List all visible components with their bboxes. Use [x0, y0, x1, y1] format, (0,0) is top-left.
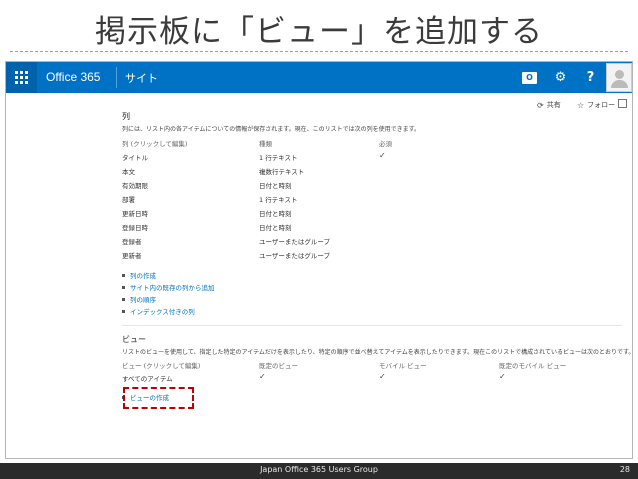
suite-bar: Office 365 サイト O ⚙ ?	[6, 62, 632, 93]
table-row: 本文 複数行テキスト	[122, 164, 622, 177]
column-type: 日付と時刻	[259, 210, 292, 218]
slide-title: 掲示板に「ビュー」を追加する	[95, 14, 543, 50]
table-row: 更新日時 日付と時刻	[122, 206, 622, 219]
column-name-link[interactable]: タイトル	[122, 152, 148, 162]
column-header-name: 列 (クリックして編集)	[122, 140, 188, 148]
avatar-icon[interactable]	[606, 63, 632, 92]
share-icon: ⟳	[537, 100, 544, 110]
waffle-icon[interactable]	[6, 62, 37, 93]
column-type: 1 行テキスト	[259, 196, 298, 204]
check-icon: ✓	[379, 372, 386, 381]
views-description: リストのビューを使用して、指定した特定のアイテムだけを表示したり、特定の順序で並…	[122, 349, 633, 356]
view-name-link[interactable]: すべてのアイテム	[122, 373, 173, 383]
page-number: 28	[619, 465, 630, 474]
focus-icon[interactable]	[618, 99, 627, 108]
column-type: 複数行テキスト	[259, 168, 305, 176]
column-header-required: 必須	[379, 140, 392, 148]
check-icon: ✓	[499, 372, 506, 381]
check-icon: ✓	[379, 151, 386, 160]
table-row: 更新者 ユーザーまたはグループ	[122, 248, 622, 261]
column-name-link[interactable]: 更新者	[122, 250, 142, 260]
check-icon: ✓	[259, 372, 266, 381]
column-type: ユーザーまたはグループ	[259, 252, 330, 260]
site-link[interactable]: サイト	[125, 70, 158, 86]
office365-brand[interactable]: Office 365	[46, 70, 100, 84]
table-row: 部署 1 行テキスト	[122, 192, 622, 205]
share-button[interactable]: ⟳ 共有	[537, 98, 561, 112]
section-divider	[122, 325, 622, 326]
indexed-columns-link[interactable]: インデックス付きの列	[122, 305, 215, 317]
column-header-type: 種類	[259, 140, 272, 148]
column-type: 1 行テキスト	[259, 154, 298, 162]
table-row: 登録者 ユーザーまたはグループ	[122, 234, 622, 247]
column-order-link[interactable]: 列の順序	[122, 293, 215, 305]
column-name-link[interactable]: 登録日時	[122, 222, 148, 232]
columns-header-row: 列 (クリックして編集) 種類 必須	[122, 136, 622, 149]
table-row: 登録日時 日付と時刻	[122, 220, 622, 233]
column-name-link[interactable]: 有効期限	[122, 180, 148, 190]
suite-bar-divider	[116, 67, 117, 88]
column-name-link[interactable]: 本文	[122, 166, 135, 176]
slide-footer: Japan Office 365 Users Group 28	[0, 463, 638, 479]
footer-text: Japan Office 365 Users Group	[260, 465, 378, 474]
title-divider	[10, 51, 628, 52]
add-existing-column-link[interactable]: サイト内の既存の列から追加	[122, 281, 215, 293]
view-header-name: ビュー (クリックして編集)	[122, 362, 201, 370]
follow-star-icon: ☆	[577, 100, 585, 110]
gear-icon[interactable]: ⚙	[545, 62, 576, 93]
create-column-link[interactable]: 列の作成	[122, 269, 215, 281]
views-section-title: ビュー	[122, 335, 146, 344]
table-row: 有効期限 日付と時刻	[122, 178, 622, 191]
column-type: 日付と時刻	[259, 182, 292, 190]
columns-section-title: 列	[122, 112, 130, 121]
help-icon[interactable]: ?	[575, 62, 606, 93]
columns-description: 列には、リスト内の各アイテムについての情報が保存されます。現在、このリストでは次…	[122, 126, 421, 133]
create-view-highlight-box	[123, 387, 194, 409]
column-name-link[interactable]: 登録者	[122, 236, 142, 246]
view-header-default-mobile: 既定のモバイル ビュー	[499, 362, 567, 370]
outlook-icon[interactable]: O	[514, 62, 545, 93]
view-header-mobile: モバイル ビュー	[379, 362, 427, 370]
column-links: 列の作成 サイト内の既存の列から追加 列の順序 インデックス付きの列	[122, 269, 215, 317]
follow-button[interactable]: ☆ フォロー	[577, 98, 615, 112]
column-name-link[interactable]: 更新日時	[122, 208, 148, 218]
column-type: 日付と時刻	[259, 224, 292, 232]
table-row: すべてのアイテム ✓ ✓ ✓	[122, 371, 622, 384]
view-header-default: 既定のビュー	[259, 362, 298, 370]
sharepoint-screenshot: Office 365 サイト O ⚙ ? ⟳ 共有 ☆ フォロー 列 列には、リ…	[5, 61, 633, 459]
column-name-link[interactable]: 部署	[122, 194, 135, 204]
table-row: タイトル 1 行テキスト ✓	[122, 150, 622, 163]
column-type: ユーザーまたはグループ	[259, 238, 330, 246]
views-header-row: ビュー (クリックして編集) 既定のビュー モバイル ビュー 既定のモバイル ビ…	[122, 358, 622, 371]
